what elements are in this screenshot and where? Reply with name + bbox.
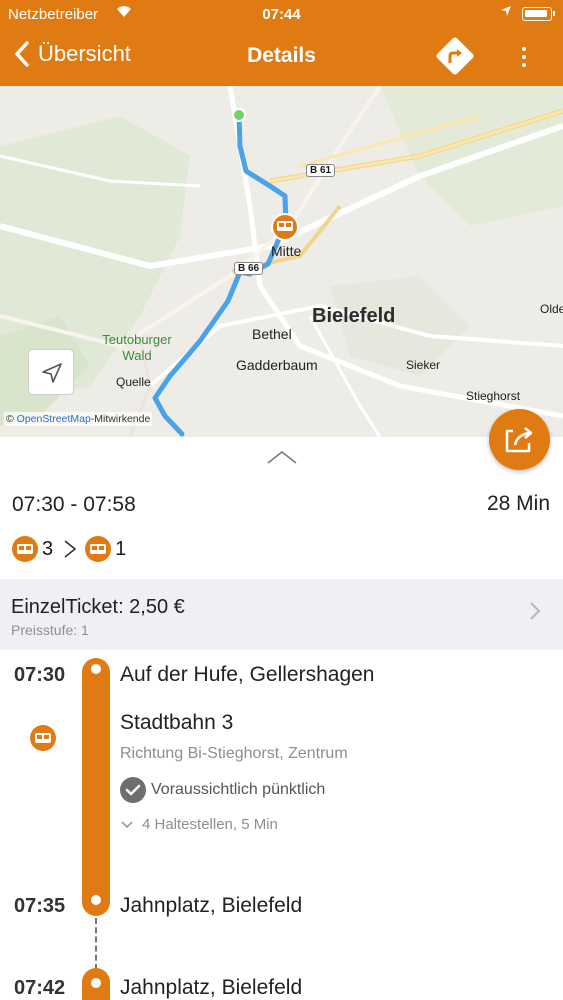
punctuality-text: Voraussichtlich pünktlich: [151, 781, 326, 798]
page-title: Details: [247, 44, 316, 67]
status-time: 07:44: [262, 6, 301, 23]
battery-icon: [522, 7, 555, 21]
chevron-right-icon: [530, 602, 541, 620]
map-label-wald: Wald: [122, 348, 152, 363]
route-directions-button[interactable]: [433, 34, 477, 78]
location-arrow-icon: [500, 5, 512, 20]
more-options-button[interactable]: [514, 38, 534, 74]
departure-stop-node: [86, 659, 106, 679]
map-label-bethel: Bethel: [252, 326, 292, 342]
road-label-b66: B 66: [234, 262, 264, 275]
next-departure-stop[interactable]: Jahnplatz, Bielefeld: [120, 976, 302, 1000]
map-label-gadderbaum: Gadderbaum: [236, 357, 318, 373]
share-button[interactable]: [489, 409, 550, 470]
punctuality-status: Voraussichtlich pünktlich: [120, 777, 325, 803]
share-icon: [505, 427, 533, 453]
map-label-stieghorst: Stieghorst: [466, 389, 521, 403]
route-map[interactable]: B 61 B 66 Mitte Bielefeld Olde Teutoburg…: [0, 86, 563, 437]
map-label-bielefeld: Bielefeld: [312, 305, 396, 327]
map-label-teutoburger-wald: Teutoburger Wald: [97, 332, 177, 364]
next-stop-node: [86, 973, 106, 993]
directions-icon: [436, 37, 474, 75]
arrival-stop[interactable]: Jahnplatz, Bielefeld: [120, 894, 302, 918]
trip-duration: 28 Min: [486, 492, 550, 515]
more-dot-icon: [522, 47, 526, 51]
location-arrow-icon: [42, 363, 62, 383]
navigation-bar: Übersicht Details: [0, 28, 563, 86]
map-label-sieker: Sieker: [406, 358, 441, 372]
next-departure-time: 07:42: [14, 977, 66, 999]
locate-me-button[interactable]: [28, 349, 74, 395]
transfer-line-2: 1: [115, 537, 127, 560]
trip-time-range: 07:30 - 07:58: [12, 493, 136, 516]
ticket-title: EinzelTicket: 2,50 €: [11, 596, 185, 618]
app-header: Netzbetreiber 07:44 Übersicht Details: [0, 0, 563, 86]
chevron-up-icon[interactable]: [266, 449, 298, 465]
ticket-row[interactable]: EinzelTicket: 2,50 € Preisstufe: 1: [0, 579, 563, 650]
map-label-oldentrup: Olde: [540, 302, 563, 316]
intermediate-stops-text: 4 Haltestellen, 5 Min: [142, 816, 278, 833]
tram-icon: [12, 536, 38, 562]
arrival-stop-node: [86, 890, 106, 910]
walking-connector: [95, 918, 97, 970]
departure-stop[interactable]: Auf der Hufe, Gellershagen: [120, 663, 374, 687]
map-attribution: © OpenStreetMap-Mitwirkende: [4, 412, 153, 426]
tram-icon: [30, 725, 56, 751]
attribution-suffix: -Mitwirkende: [90, 413, 151, 425]
line-name: Stadtbahn 3: [120, 711, 234, 734]
chevron-right-icon: [64, 540, 77, 558]
tram-icon: [85, 536, 112, 562]
map-label-mitte: Mitte: [271, 243, 302, 259]
ticket-price-level: Preisstufe: 1: [11, 622, 89, 638]
intermediate-stops-toggle[interactable]: 4 Haltestellen, 5 Min: [120, 816, 278, 833]
osm-link[interactable]: OpenStreetMap: [17, 413, 91, 425]
chevron-down-icon: [121, 820, 133, 828]
departure-time: 07:30: [14, 664, 66, 686]
arrival-time: 07:35: [14, 895, 66, 917]
map-canvas: [0, 86, 563, 437]
attribution-prefix: ©: [6, 413, 17, 425]
transfer-summary: 3 1: [12, 535, 130, 563]
more-dot-icon: [522, 63, 526, 67]
more-dot-icon: [522, 55, 526, 59]
tram-line-bar: [82, 658, 110, 916]
checkmark-icon: [120, 777, 146, 803]
line-direction: Richtung Bi-Stieghorst, Zentrum: [120, 745, 348, 762]
map-label-teutoburger: Teutoburger: [102, 332, 172, 347]
road-label-b61: B 61: [306, 164, 336, 177]
status-bar: Netzbetreiber 07:44: [0, 0, 563, 28]
map-label-quelle: Quelle: [116, 375, 151, 389]
transfer-line-1: 3: [42, 537, 54, 560]
